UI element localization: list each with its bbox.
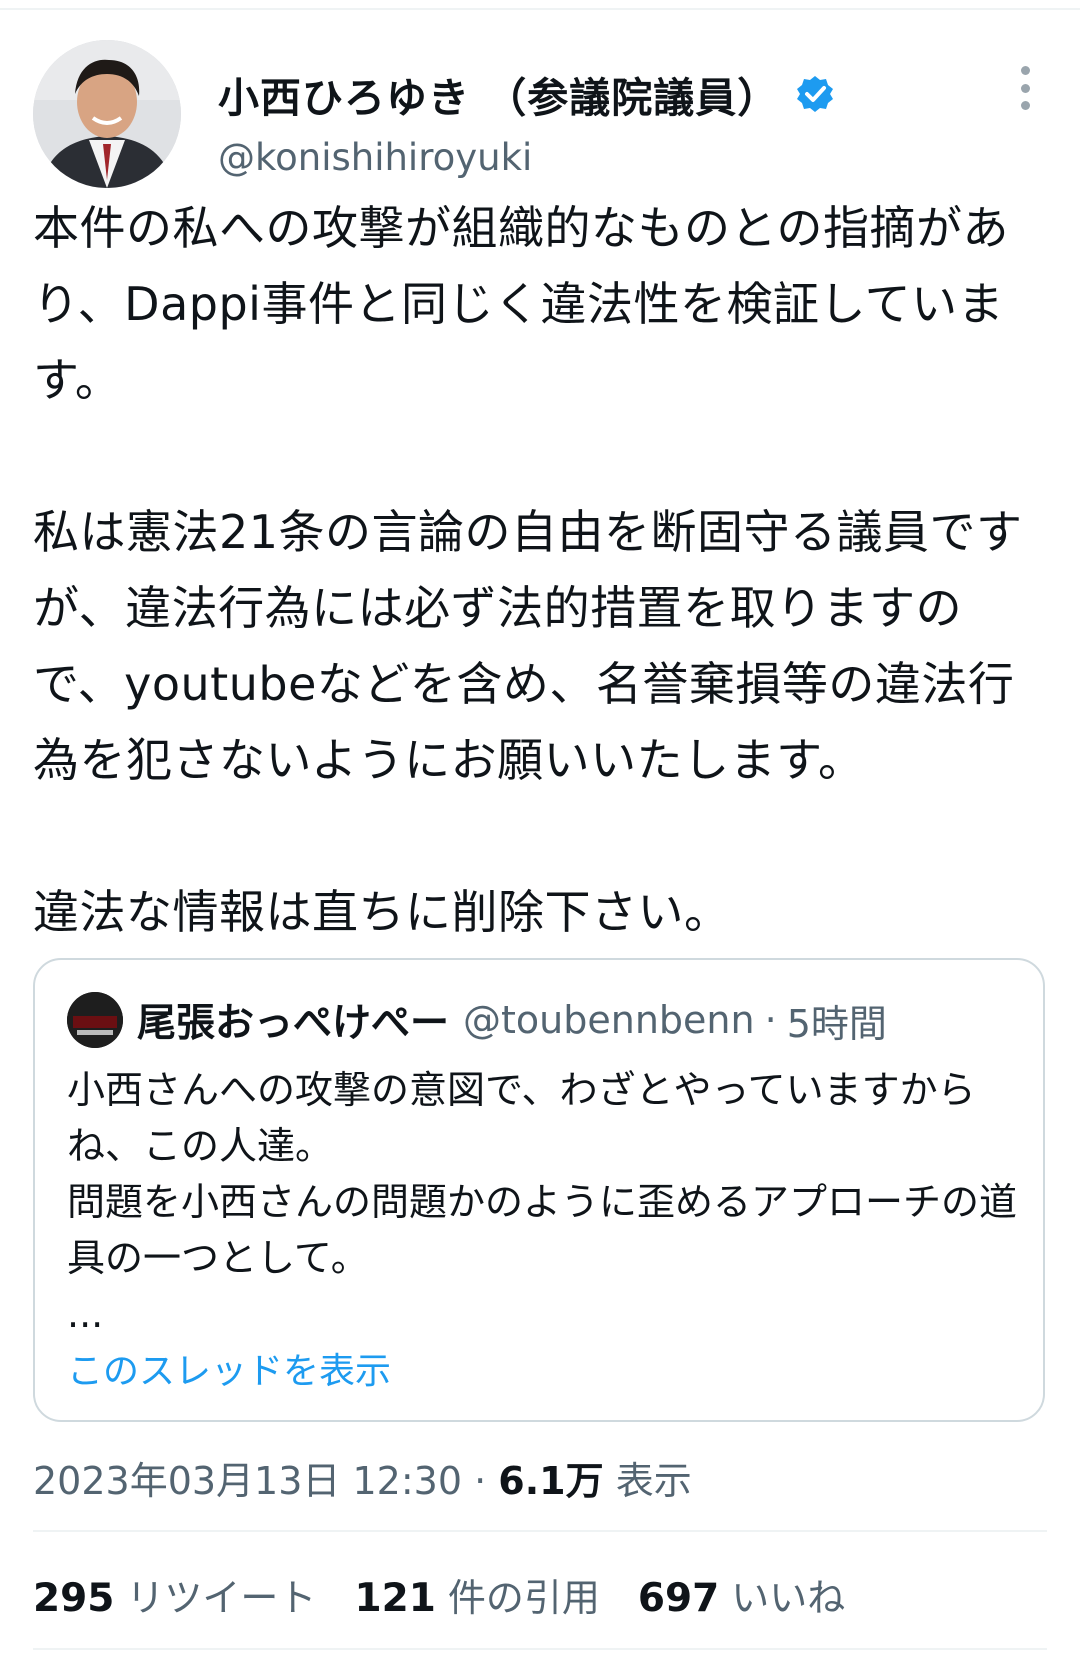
likes-label: いいね: [731, 1576, 846, 1620]
engagement-stats: 295 リツイート 121 件の引用 697 いいね: [33, 1567, 883, 1622]
quoted-tweet-time[interactable]: 5時間: [787, 993, 887, 1048]
likes-stat[interactable]: 697 いいね: [638, 1567, 845, 1622]
divider: [33, 1530, 1047, 1532]
tweet-meta: 2023年03月13日 12:30 · 6.1万 表示: [33, 1450, 692, 1505]
show-thread-link[interactable]: このスレッドを表示: [67, 1342, 391, 1394]
retweets-stat[interactable]: 295 リツイート: [33, 1567, 316, 1622]
avatar[interactable]: [33, 40, 181, 188]
tweet-header: 小西ひろゆき （参議院議員） @konishihiroyuki: [0, 40, 1080, 190]
quotes-stat[interactable]: 121 件の引用: [354, 1567, 599, 1622]
retweets-label: リツイート: [126, 1576, 317, 1620]
verified-badge-icon: [797, 76, 834, 112]
author-handle[interactable]: @konishihiroyuki: [218, 136, 532, 179]
quoted-tweet-header: 尾張おっぺけぺー @toubennbenn · 5時間: [67, 992, 887, 1048]
quotes-count: 121: [354, 1576, 436, 1621]
separator-dot: ·: [474, 1459, 487, 1503]
quoted-author-avatar[interactable]: [67, 992, 123, 1048]
tweet-text: 本件の私への攻撃が組織的なものとの指摘があり、Dappi事件と同じく違法性を検証…: [33, 201, 1023, 939]
quotes-label: 件の引用: [447, 1576, 600, 1620]
quoted-author-handle[interactable]: @toubennbenn: [463, 998, 755, 1042]
quoted-author-name[interactable]: 尾張おっぺけぺー: [137, 992, 449, 1048]
profile-photo: [33, 40, 181, 188]
divider: [33, 1648, 1047, 1650]
views-count: 6.1万: [498, 1459, 604, 1503]
likes-count: 697: [637, 1576, 720, 1621]
quoted-tweet-text: 小西さんへの攻撃の意図で、わざとやっていますからね、この人達。 問題を小西さんの…: [67, 1068, 1018, 1336]
tweet-timestamp[interactable]: 2023年03月13日 12:30: [33, 1459, 462, 1503]
views-label: 表示: [615, 1459, 692, 1503]
quoted-tweet[interactable]: 尾張おっぺけぺー @toubennbenn · 5時間 小西さんへの攻撃の意図で…: [33, 958, 1045, 1422]
retweets-count: 295: [33, 1576, 115, 1621]
author-display-name[interactable]: 小西ひろゆき （参議院議員）: [218, 64, 779, 124]
more-vertical-icon[interactable]: [1010, 66, 1040, 110]
top-divider: [0, 0, 1080, 10]
quoted-avatar-image: [67, 992, 123, 1048]
author-name-row: 小西ひろゆき （参議院議員）: [218, 64, 835, 124]
separator-dot: ·: [764, 998, 777, 1042]
